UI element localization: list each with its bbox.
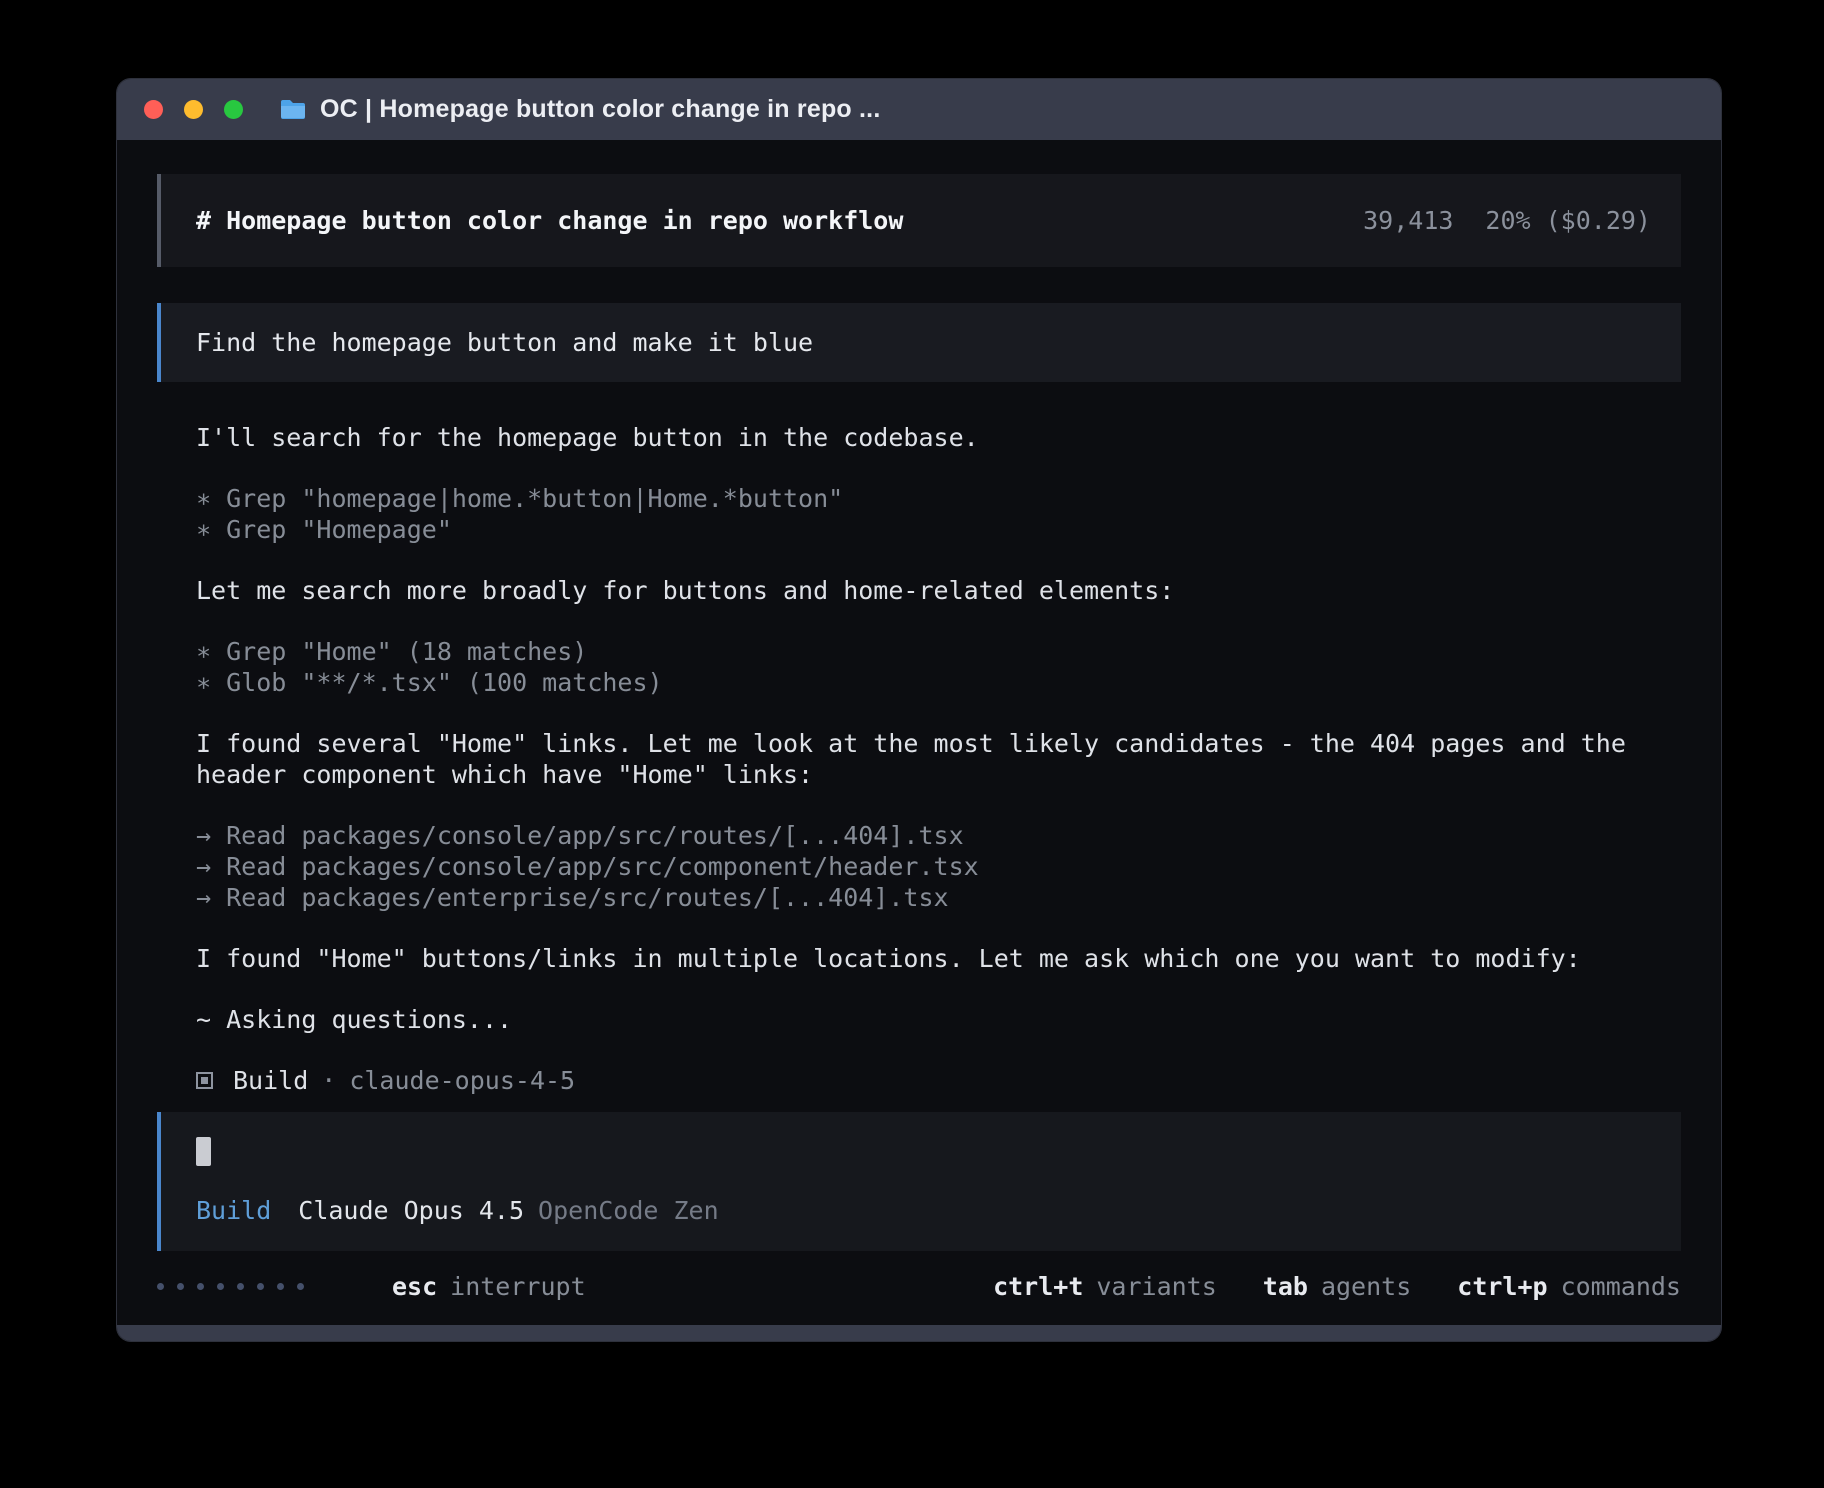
- terminal-content: # Homepage button color change in repo w…: [117, 140, 1721, 1325]
- variants-label: variants: [1096, 1271, 1216, 1302]
- agent-model: claude-opus-4-5: [349, 1065, 575, 1096]
- agent-status-line: Build · claude-opus-4-5: [196, 1065, 1681, 1096]
- commands-label: commands: [1561, 1271, 1681, 1302]
- close-button[interactable]: [144, 100, 163, 119]
- hint-commands: ctrl+p commands: [1457, 1271, 1681, 1302]
- provider-label: OpenCode Zen: [538, 1195, 719, 1226]
- terminal-window: OC | Homepage button color change in rep…: [117, 79, 1721, 1341]
- session-stats: 39,413 20% ($0.29): [1363, 205, 1651, 236]
- assistant-paragraph: I found several "Home" links. Let me loo…: [196, 728, 1681, 790]
- assistant-text: I found "Home" buttons/links in multiple…: [196, 943, 1681, 974]
- spinner-dot: [297, 1283, 304, 1290]
- window-bottom-edge: [117, 1325, 1721, 1341]
- session-title: # Homepage button color change in repo w…: [196, 205, 903, 236]
- tool-call-group: ∗ Grep "Home" (18 matches) ∗ Glob "**/*.…: [196, 636, 1681, 698]
- hint-interrupt: esc interrupt: [392, 1271, 586, 1302]
- active-model-label: Claude Opus 4.5: [298, 1195, 524, 1226]
- traffic-lights: [144, 100, 243, 119]
- spinner-dot: [157, 1283, 164, 1290]
- input-status-bar: Build Claude Opus 4.5 OpenCode Zen: [196, 1195, 1651, 1226]
- tool-call-grep: ∗ Grep "Home" (18 matches): [196, 636, 1681, 667]
- text-cursor: [196, 1137, 211, 1166]
- footer-right: ctrl+t variants tab agents ctrl+p comman…: [993, 1271, 1681, 1302]
- spinner-dot: [177, 1283, 184, 1290]
- tool-call-glob: ∗ Glob "**/*.tsx" (100 matches): [196, 667, 1681, 698]
- assistant-paragraph: Let me search more broadly for buttons a…: [196, 575, 1681, 606]
- assistant-paragraph: I found "Home" buttons/links in multiple…: [196, 943, 1681, 974]
- tool-call-read: → Read packages/console/app/src/componen…: [196, 851, 1681, 882]
- assistant-text: I found several "Home" links. Let me loo…: [196, 728, 1681, 790]
- window-title: OC | Homepage button color change in rep…: [320, 95, 880, 124]
- user-message: Find the homepage button and make it blu…: [157, 303, 1681, 382]
- assistant-text: Let me search more broadly for buttons a…: [196, 575, 1681, 606]
- zoom-button[interactable]: [224, 100, 243, 119]
- agent-name: Build: [233, 1065, 308, 1096]
- footer-left: esc interrupt: [157, 1271, 586, 1302]
- folder-icon: [279, 98, 307, 121]
- spinner-dot: [197, 1283, 204, 1290]
- hint-agents: tab agents: [1263, 1271, 1411, 1302]
- status-footer: esc interrupt ctrl+t variants tab agents…: [157, 1271, 1681, 1302]
- active-agent-label: Build: [196, 1195, 271, 1226]
- spinner-dot: [277, 1283, 284, 1290]
- asking-questions-status: ~ Asking questions...: [196, 1004, 1681, 1035]
- minimize-button[interactable]: [184, 100, 203, 119]
- spinner-dot: [237, 1283, 244, 1290]
- tool-call-read: → Read packages/enterprise/src/routes/[.…: [196, 882, 1681, 913]
- interrupt-label: interrupt: [450, 1271, 585, 1302]
- assistant-paragraph: I'll search for the homepage button in t…: [196, 422, 1681, 453]
- tool-call-read: → Read packages/console/app/src/routes/[…: [196, 820, 1681, 851]
- user-message-text: Find the homepage button and make it blu…: [196, 328, 813, 357]
- esc-key-label: esc: [392, 1271, 437, 1302]
- prompt-input[interactable]: Build Claude Opus 4.5 OpenCode Zen: [157, 1112, 1681, 1251]
- agent-icon: [196, 1072, 213, 1089]
- token-count: 39,413: [1363, 205, 1453, 236]
- context-usage: 20% ($0.29): [1485, 205, 1651, 236]
- window-titlebar[interactable]: OC | Homepage button color change in rep…: [117, 79, 1721, 140]
- tool-call-grep: ∗ Grep "homepage|home.*button|Home.*butt…: [196, 483, 1681, 514]
- session-header: # Homepage button color change in repo w…: [157, 174, 1681, 267]
- assistant-transcript: I'll search for the homepage button in t…: [157, 422, 1681, 1096]
- agents-label: agents: [1321, 1271, 1411, 1302]
- tool-call-grep: ∗ Grep "Homepage": [196, 514, 1681, 545]
- progress-spinner: [157, 1283, 304, 1290]
- tab-key-label: tab: [1263, 1271, 1308, 1302]
- separator-dot: ·: [321, 1065, 336, 1096]
- hint-variants: ctrl+t variants: [993, 1271, 1217, 1302]
- tool-call-group: ∗ Grep "homepage|home.*button|Home.*butt…: [196, 483, 1681, 545]
- status-line: ~ Asking questions...: [196, 1004, 1681, 1035]
- tool-call-group: → Read packages/console/app/src/routes/[…: [196, 820, 1681, 913]
- assistant-text: I'll search for the homepage button in t…: [196, 422, 1681, 453]
- spinner-dot: [257, 1283, 264, 1290]
- ctrl-p-key-label: ctrl+p: [1457, 1271, 1547, 1302]
- spinner-dot: [217, 1283, 224, 1290]
- ctrl-t-key-label: ctrl+t: [993, 1271, 1083, 1302]
- window-title-group: OC | Homepage button color change in rep…: [279, 95, 880, 124]
